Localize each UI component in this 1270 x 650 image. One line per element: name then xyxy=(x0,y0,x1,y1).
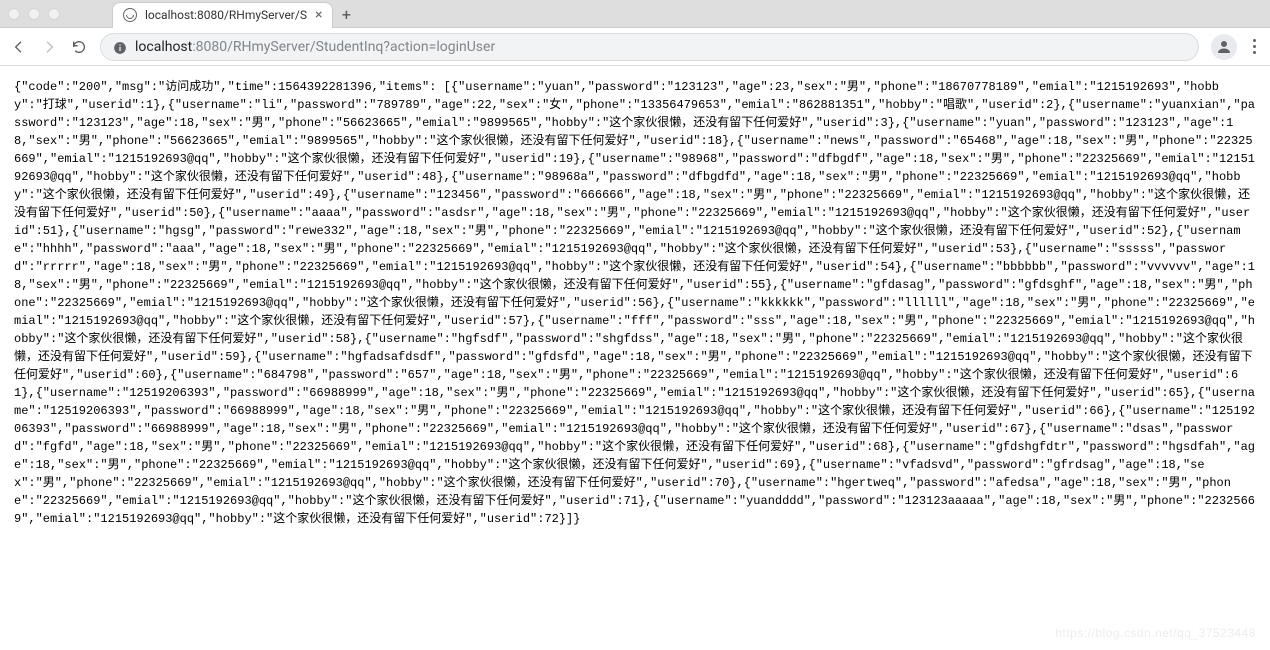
menu-button[interactable] xyxy=(1249,35,1260,58)
close-window-button[interactable] xyxy=(8,8,20,20)
window-titlebar: localhost:8080/RHmyServer/S × + xyxy=(0,0,1270,28)
browser-toolbar: localhost:8080/RHmyServer/StudentInq?act… xyxy=(0,28,1270,66)
new-tab-button[interactable]: + xyxy=(333,2,359,28)
profile-avatar[interactable] xyxy=(1211,34,1237,60)
tab-title: localhost:8080/RHmyServer/S xyxy=(145,8,307,22)
watermark-text: https://blog.csdn.net/qq_37523448 xyxy=(1055,626,1256,640)
globe-icon xyxy=(123,8,137,22)
forward-button[interactable] xyxy=(40,38,58,56)
url-path: :8080/RHmyServer/StudentInq?action=login… xyxy=(192,39,495,55)
site-info-icon[interactable] xyxy=(113,40,127,54)
window-controls xyxy=(8,8,60,20)
response-body: {"code":"200","msg":"访问成功","time":156439… xyxy=(0,66,1270,650)
tab-strip: localhost:8080/RHmyServer/S × + xyxy=(112,0,359,28)
back-button[interactable] xyxy=(10,38,28,56)
minimize-window-button[interactable] xyxy=(28,8,40,20)
close-tab-icon[interactable]: × xyxy=(315,8,322,22)
address-bar[interactable]: localhost:8080/RHmyServer/StudentInq?act… xyxy=(100,33,1199,61)
reload-button[interactable] xyxy=(70,38,88,56)
url-host: localhost xyxy=(135,39,192,55)
maximize-window-button[interactable] xyxy=(48,8,60,20)
browser-tab[interactable]: localhost:8080/RHmyServer/S × xyxy=(112,2,333,28)
url-text: localhost:8080/RHmyServer/StudentInq?act… xyxy=(135,39,495,55)
